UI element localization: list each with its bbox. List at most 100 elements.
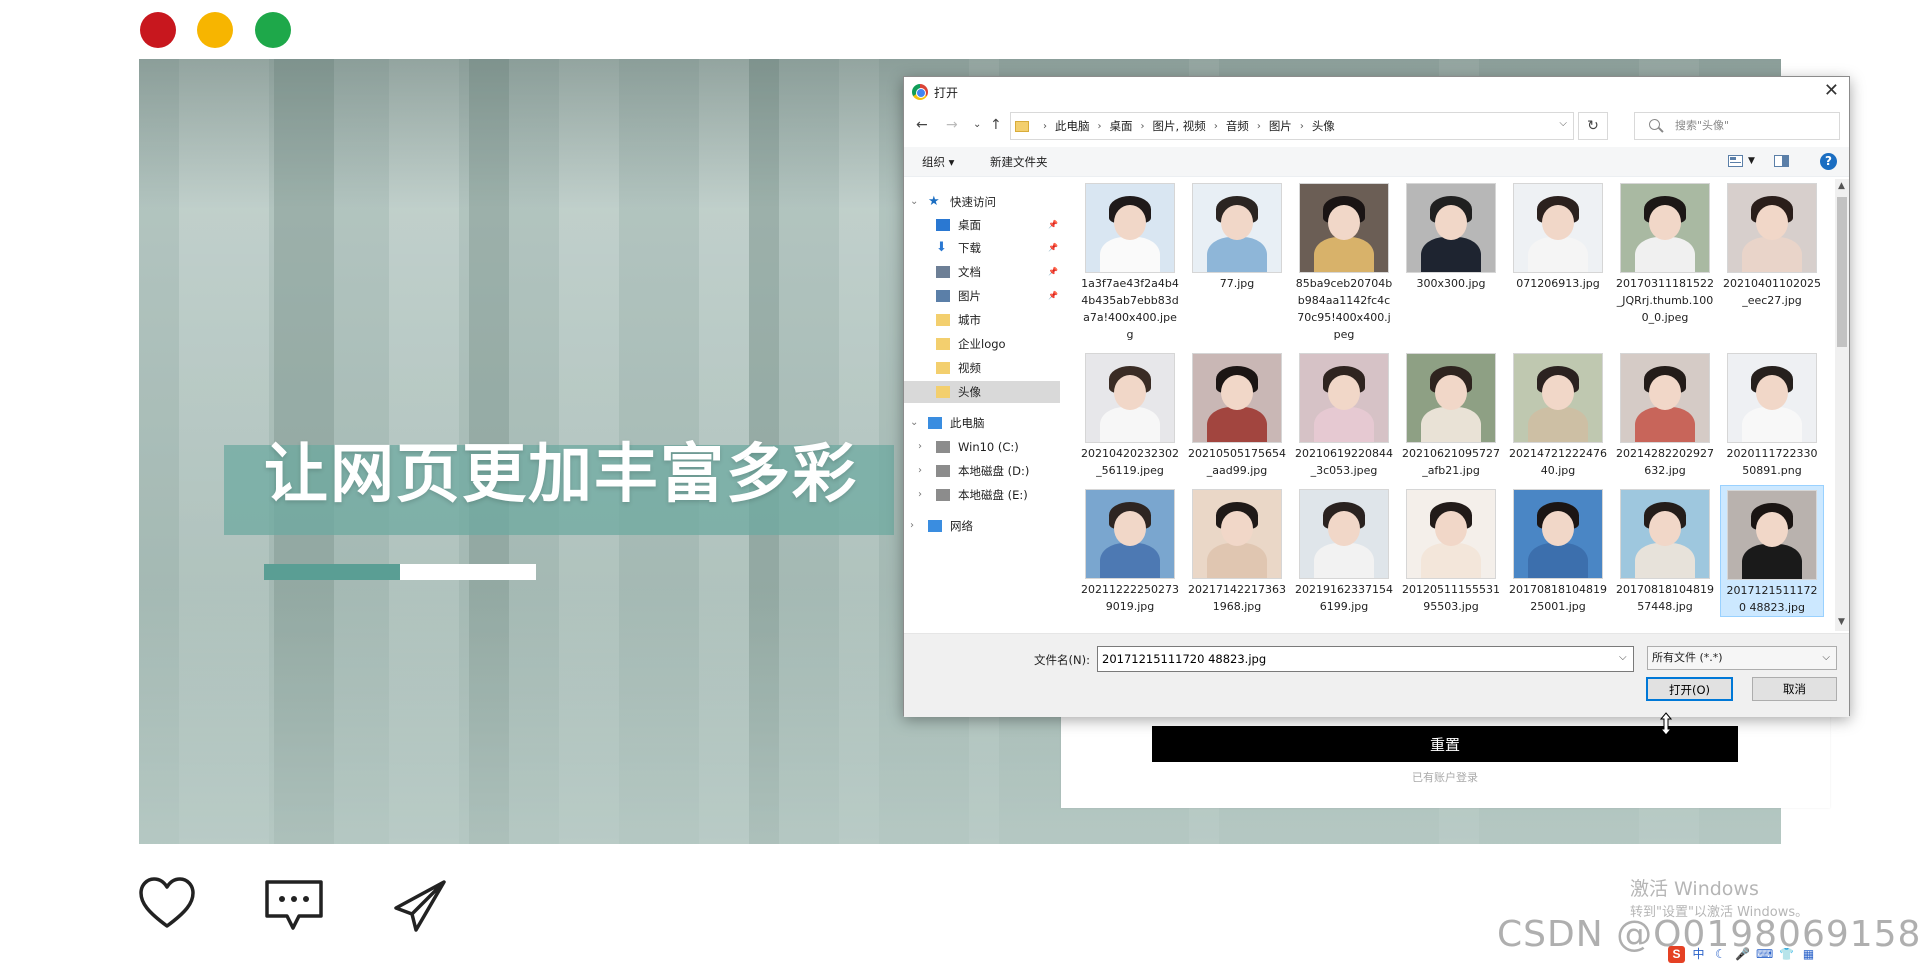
breadcrumb-item[interactable]: 桌面 <box>1110 118 1133 134</box>
breadcrumb-item[interactable]: 音频 <box>1226 118 1249 134</box>
up-arrow-icon[interactable]: ↑ <box>990 117 1002 133</box>
file-item[interactable]: 2020111722330 50891.png <box>1720 349 1824 479</box>
file-name: 20171215111720 48823.jpg <box>1726 584 1818 614</box>
file-thumbnail <box>1192 489 1282 579</box>
breadcrumb-item[interactable]: 图片, 视频 <box>1153 118 1206 134</box>
breadcrumb-item[interactable]: 图片 <box>1269 118 1292 134</box>
file-item[interactable]: 20214282202927632.jpg <box>1613 349 1717 479</box>
chevron-down-icon[interactable]: ⌵ <box>1559 118 1567 129</box>
file-name: 20170818104819 57448.jpg <box>1616 583 1714 613</box>
file-item[interactable]: 77.jpg <box>1185 179 1289 292</box>
file-item[interactable]: 20210505175654_aad99.jpg <box>1185 349 1289 479</box>
sidebar-item[interactable]: ⬇ 下载 📌 <box>904 237 1060 259</box>
sidebar-item[interactable]: 文档 📌 <box>904 261 1060 283</box>
file-item[interactable]: 85ba9ceb20704bb984aa1142fc4c70c95!400x40… <box>1292 179 1396 343</box>
close-icon[interactable]: ✕ <box>1824 80 1839 101</box>
preview-pane-icon[interactable] <box>1774 155 1789 167</box>
accent-bar-dark <box>264 564 400 580</box>
chevron-right-icon[interactable]: › <box>910 515 914 537</box>
address-bar[interactable]: › 此电脑 › 桌面 › 图片, 视频 › 音频 › 图片 › 头像 ⌵ <box>1010 112 1574 140</box>
scrollbar-thumb[interactable] <box>1837 197 1847 347</box>
file-item[interactable]: 20170818104819 25001.jpg <box>1506 485 1610 615</box>
file-name: 20120511155531 95503.jpg <box>1402 583 1500 613</box>
sidebar-item[interactable]: ⌄ ★ 快速访问 <box>904 191 1060 213</box>
dialog-titlebar[interactable]: 打开 ✕ <box>904 77 1849 107</box>
chevron-down-icon[interactable]: ▼ <box>1748 156 1755 166</box>
back-arrow-icon[interactable]: ← <box>916 117 928 133</box>
file-thumbnail <box>1299 489 1389 579</box>
chevron-down-icon[interactable]: ⌵ <box>1619 652 1627 663</box>
maximize-window-dot[interactable] <box>255 12 291 48</box>
forward-arrow-icon[interactable]: → <box>946 117 958 133</box>
file-item[interactable]: 20210401102025_eec27.jpg <box>1720 179 1824 309</box>
sidebar-item[interactable]: 头像 <box>904 381 1060 403</box>
sidebar-item[interactable]: › 本地磁盘 (D:) <box>904 460 1060 482</box>
minimize-window-dot[interactable] <box>197 12 233 48</box>
keyboard-icon[interactable]: ⌨ <box>1756 946 1773 963</box>
chevron-right-icon[interactable]: › <box>918 484 922 506</box>
file-item[interactable]: 20217142217363 1968.jpg <box>1185 485 1289 615</box>
network-icon <box>928 520 942 532</box>
grid-icon[interactable]: ▦ <box>1800 946 1817 963</box>
reset-button[interactable]: 重置 <box>1152 726 1738 762</box>
sidebar-item[interactable]: › 网络 <box>904 515 1060 537</box>
sogou-ime-icon[interactable]: S <box>1668 945 1685 963</box>
sidebar-item[interactable]: › 本地磁盘 (E:) <box>904 484 1060 506</box>
new-folder-button[interactable]: 新建文件夹 <box>990 154 1048 170</box>
file-thumbnail <box>1085 353 1175 443</box>
file-thumbnail <box>1513 489 1603 579</box>
file-item[interactable]: 071206913.jpg <box>1506 179 1610 292</box>
refresh-icon[interactable]: ↻ <box>1578 112 1608 140</box>
chevron-down-icon[interactable]: ⌄ <box>910 191 918 213</box>
sidebar-item[interactable]: 桌面 📌 <box>904 214 1060 236</box>
file-item[interactable]: 20214721222476 40.jpg <box>1506 349 1610 479</box>
login-link[interactable]: 已有账户登录 <box>1300 769 1590 785</box>
microphone-icon[interactable]: 🎤 <box>1734 946 1751 963</box>
close-window-dot[interactable] <box>140 12 176 48</box>
file-name: 20214282202927632.jpg <box>1616 447 1714 477</box>
chevron-down-icon[interactable]: ⌄ <box>910 412 918 434</box>
file-item[interactable]: 20210619220844_3c053.jpeg <box>1292 349 1396 479</box>
sidebar-item[interactable]: ⌄ 此电脑 <box>904 412 1060 434</box>
search-placeholder: 搜索"头像" <box>1675 119 1730 132</box>
resize-cursor-icon <box>1660 712 1672 736</box>
sidebar-item[interactable]: 企业logo <box>904 333 1060 355</box>
file-item[interactable]: 20211222250273 9019.jpg <box>1078 485 1182 615</box>
file-item[interactable]: 20120511155531 95503.jpg <box>1399 485 1503 615</box>
breadcrumb-item[interactable]: 此电脑 <box>1055 118 1090 134</box>
sidebar-item[interactable]: 城市 <box>904 309 1060 331</box>
file-name: 85ba9ceb20704bb984aa1142fc4c70c95!400x40… <box>1295 277 1393 341</box>
file-item[interactable]: 1a3f7ae43f2a4b44b435ab7ebb83da7a!400x400… <box>1078 179 1182 343</box>
file-item[interactable]: 20171215111720 48823.jpg <box>1720 485 1824 617</box>
sidebar-item[interactable]: 图片 📌 <box>904 285 1060 307</box>
folder-icon <box>936 338 950 350</box>
moon-icon[interactable]: ☾ <box>1712 946 1729 963</box>
filename-input[interactable] <box>1097 646 1634 672</box>
send-icon[interactable] <box>392 878 448 934</box>
recent-locations-icon[interactable]: ⌄ <box>973 119 981 130</box>
file-type-select[interactable]: 所有文件 (*.*) ⌵ <box>1647 646 1837 670</box>
breadcrumb-item[interactable]: 头像 <box>1312 118 1335 134</box>
file-item[interactable]: 20210621095727_afb21.jpg <box>1399 349 1503 479</box>
file-item[interactable]: 300x300.jpg <box>1399 179 1503 292</box>
heart-icon[interactable] <box>138 876 196 932</box>
file-item[interactable]: 20170311181522_JQRrj.thumb.1000_0.jpeg <box>1613 179 1717 326</box>
comment-icon[interactable] <box>263 878 325 932</box>
view-options-icon[interactable] <box>1728 155 1743 167</box>
file-item[interactable]: 20219162337154 6199.jpg <box>1292 485 1396 615</box>
vertical-scrollbar[interactable]: ▲ ▼ <box>1835 179 1849 631</box>
file-open-dialog: 打开 ✕ ← → ⌄ ↑ › 此电脑 › 桌面 › 图片, 视频 › 音频 › <box>903 76 1850 717</box>
chevron-right-icon[interactable]: › <box>918 436 922 458</box>
cancel-button[interactable]: 取消 <box>1752 677 1837 701</box>
help-icon[interactable]: ? <box>1820 153 1837 170</box>
ime-mode-icon[interactable]: 中 <box>1690 946 1707 963</box>
open-button[interactable]: 打开(O) <box>1646 677 1733 701</box>
chevron-right-icon[interactable]: › <box>918 460 922 482</box>
file-item[interactable]: 20170818104819 57448.jpg <box>1613 485 1717 615</box>
file-item[interactable]: 20210420232302_56119.jpeg <box>1078 349 1182 479</box>
skin-icon[interactable]: 👕 <box>1778 946 1795 963</box>
organize-button[interactable]: 组织 ▾ <box>922 154 954 170</box>
search-input[interactable]: 搜索"头像" <box>1634 112 1840 140</box>
sidebar-item[interactable]: 视频 <box>904 357 1060 379</box>
sidebar-item[interactable]: › Win10 (C:) <box>904 436 1060 458</box>
